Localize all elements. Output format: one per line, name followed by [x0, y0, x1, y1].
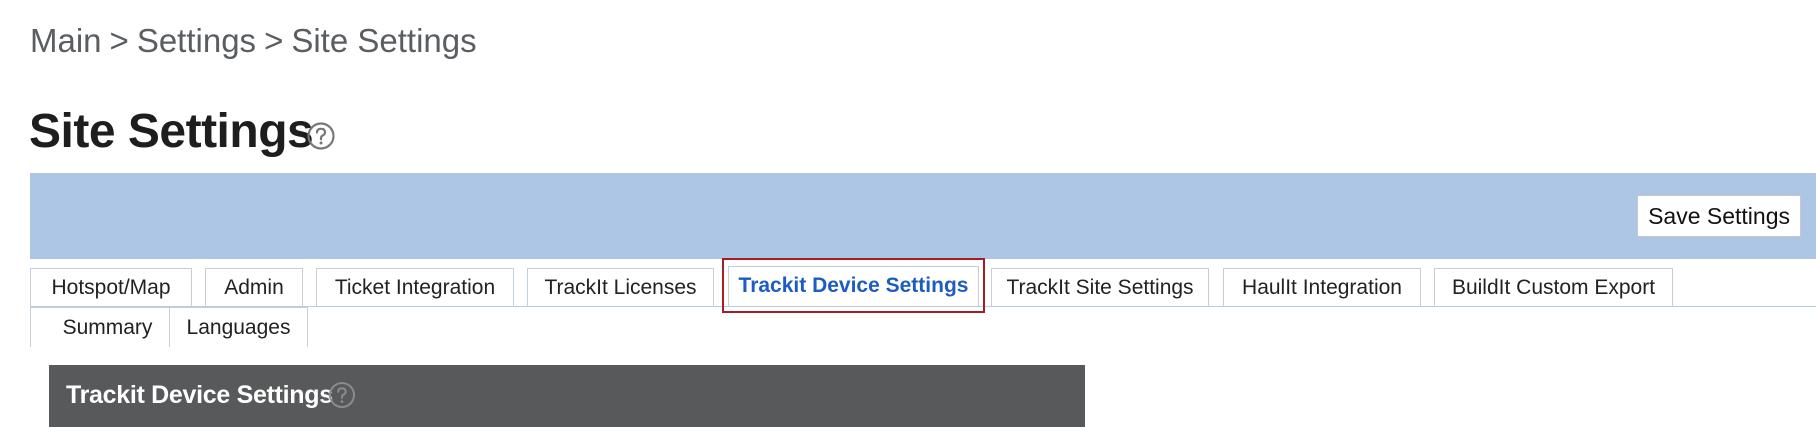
tab-hotspot-map[interactable]: Hotspot/Map — [30, 268, 192, 306]
active-tab-highlight — [722, 258, 985, 313]
tab-buildit-custom-export[interactable]: BuildIt Custom Export — [1434, 268, 1673, 306]
tab-languages[interactable]: Languages — [169, 307, 308, 347]
tab-summary[interactable]: Summary — [30, 307, 185, 347]
tab-trackit-licenses[interactable]: TrackIt Licenses — [527, 268, 714, 306]
tab-ticket-integration[interactable]: Ticket Integration — [316, 268, 514, 306]
section-header: Trackit Device Settings — [49, 365, 1085, 427]
settings-toolbar: Save Settings — [30, 173, 1816, 259]
tab-trackit-site-settings[interactable]: TrackIt Site Settings — [991, 268, 1209, 306]
breadcrumb-main[interactable]: Main — [30, 22, 102, 59]
breadcrumb-separator: > — [264, 22, 284, 59]
tab-haulit-integration[interactable]: HaulIt Integration — [1223, 268, 1421, 306]
question-circle-icon[interactable] — [306, 121, 336, 151]
section-title: Trackit Device Settings — [66, 381, 333, 409]
breadcrumb-current: Site Settings — [291, 22, 477, 59]
breadcrumb-settings[interactable]: Settings — [137, 22, 256, 59]
question-circle-icon[interactable] — [328, 381, 356, 409]
save-settings-button[interactable]: Save Settings — [1637, 195, 1801, 237]
breadcrumb-separator: > — [109, 22, 129, 59]
page-title: Site Settings — [29, 105, 314, 158]
tab-admin[interactable]: Admin — [205, 268, 303, 306]
breadcrumb: Main > Settings > Site Settings — [30, 22, 477, 60]
